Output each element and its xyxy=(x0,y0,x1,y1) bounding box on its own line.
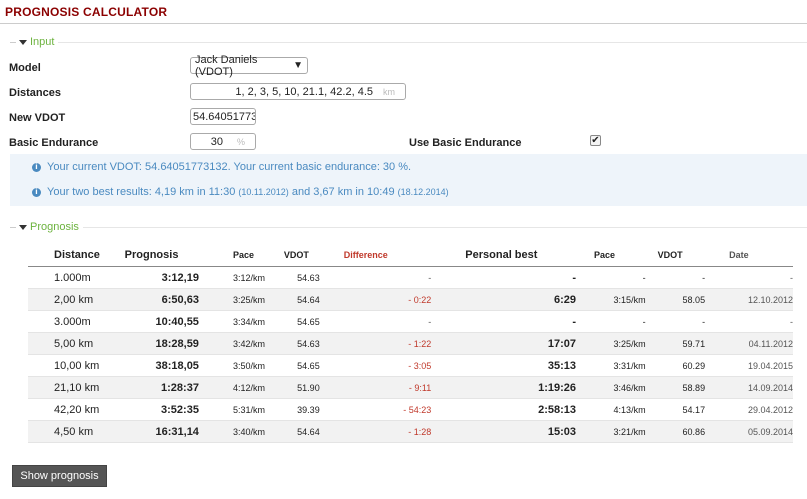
basic-endurance-value: 30 xyxy=(210,135,223,148)
info-current-vdot: i Your current VDOT: 54.64051773132. You… xyxy=(32,161,411,173)
input-section-toggle[interactable]: Input xyxy=(10,36,59,48)
col-pb-vdot: VDOT xyxy=(645,244,706,267)
table-row: 42,20 km 3:52:35 5:31/km 39.39 - 54:23 2… xyxy=(28,398,793,421)
table-row: 10,00 km 38:18,05 3:50/km 54.65 - 3:05 3… xyxy=(28,354,793,377)
col-difference: Difference xyxy=(319,244,432,267)
model-select-value: Jack Daniels (VDOT) xyxy=(195,53,258,78)
info-icon: i xyxy=(32,162,41,172)
page-title: PROGNOSIS CALCULATOR xyxy=(5,4,168,19)
input-divider xyxy=(10,42,807,43)
table-row: 3.000m 10:40,55 3:34/km 54.65 - - - - - xyxy=(28,310,793,333)
input-section-label: Input xyxy=(30,36,55,48)
new-vdot-value: 54.64051773: xyxy=(193,110,256,123)
table-row: 5,00 km 18:28,59 3:42/km 54.63 - 1:22 17… xyxy=(28,332,793,355)
col-date: Date xyxy=(705,244,793,267)
table-row: 2,00 km 6:50,63 3:25/km 54.64 - 0:22 6:2… xyxy=(28,288,793,311)
prognosis-divider xyxy=(10,227,807,228)
distances-value: 1, 2, 3, 5, 10, 21.1, 42.2, 4.5 xyxy=(235,85,373,98)
col-distance: Distance xyxy=(28,244,125,267)
distances-input[interactable]: 1, 2, 3, 5, 10, 21.1, 42.2, 4.5 km xyxy=(190,83,406,100)
table-row: 1.000m 3:12,19 3:12/km 54.63 - - - - - xyxy=(28,266,793,289)
col-pace: Pace xyxy=(198,244,284,267)
new-vdot-label: New VDOT xyxy=(9,112,66,124)
model-label: Model xyxy=(9,62,41,74)
table-row: 21,10 km 1:28:37 4:12/km 51.90 - 9:11 1:… xyxy=(28,376,793,399)
basic-endurance-unit: % xyxy=(236,136,245,147)
distances-unit: km xyxy=(383,86,395,97)
prognosis-table: Distance Prognosis Pace VDOT Difference … xyxy=(28,244,793,443)
info-icon: i xyxy=(32,187,41,197)
col-prognosis: Prognosis xyxy=(124,244,199,267)
col-personal-best: Personal best xyxy=(431,244,577,267)
title-bar: PROGNOSIS CALCULATOR xyxy=(0,0,807,24)
info-panel: i Your current VDOT: 54.64051773132. You… xyxy=(10,154,807,206)
col-pb-pace: Pace xyxy=(576,244,646,267)
table-row: 4,50 km 16:31,14 3:40/km 54.64 - 1:28 15… xyxy=(28,420,793,443)
model-select[interactable]: Jack Daniels (VDOT) ▼ xyxy=(190,54,308,78)
table-header-row: Distance Prognosis Pace VDOT Difference … xyxy=(28,244,793,267)
new-vdot-input[interactable]: 54.64051773: xyxy=(190,108,256,125)
distances-label: Distances xyxy=(9,87,61,99)
collapse-arrow-icon xyxy=(19,39,27,45)
info-best-results: i Your two best results: 4,19 km in 11:3… xyxy=(32,186,449,198)
col-vdot: VDOT xyxy=(283,244,320,267)
prognosis-section-toggle[interactable]: Prognosis xyxy=(10,221,83,233)
show-prognosis-button[interactable]: Show prognosis xyxy=(12,465,107,487)
basic-endurance-label: Basic Endurance xyxy=(9,137,99,149)
dropdown-arrow-icon: ▼ xyxy=(293,60,303,71)
use-basic-endurance-label: Use Basic Endurance xyxy=(409,137,522,149)
prognosis-section-label: Prognosis xyxy=(30,221,79,233)
use-basic-endurance-checkbox[interactable]: ✔ xyxy=(590,135,601,146)
basic-endurance-input[interactable]: 30 % xyxy=(190,133,256,150)
collapse-arrow-icon xyxy=(19,224,27,230)
